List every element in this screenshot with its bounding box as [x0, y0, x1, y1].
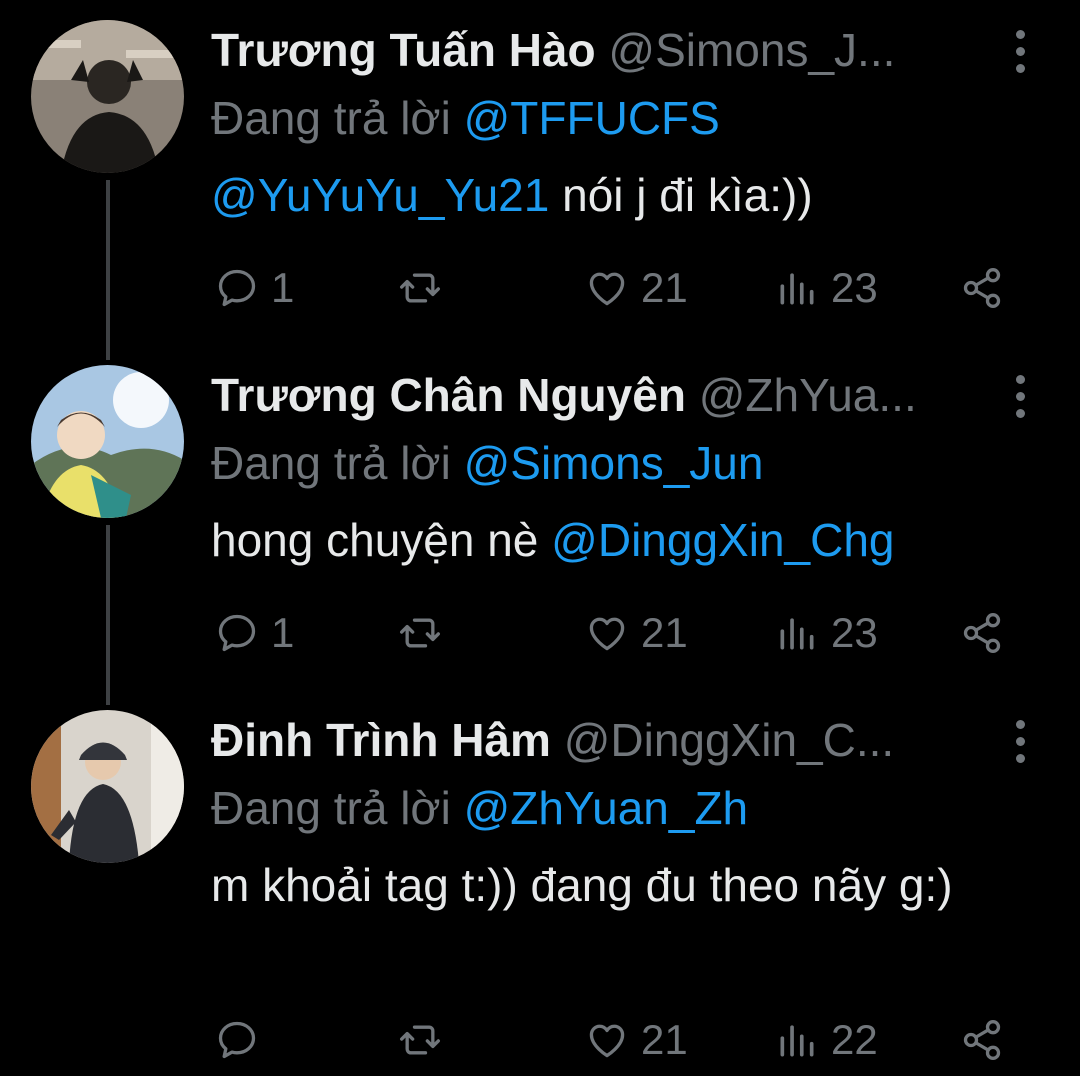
- tweet-text: m khoải tag t:)) đang đu theo nãy g:): [211, 855, 1011, 915]
- handle[interactable]: @DinggXin_C...: [564, 714, 895, 766]
- avatar[interactable]: [31, 20, 184, 173]
- share-icon: [963, 268, 1001, 308]
- reply-count: 1: [271, 264, 295, 311]
- reply-button[interactable]: 1: [215, 608, 294, 658]
- more-icon[interactable]: [1010, 30, 1030, 74]
- replying-prefix: Đang trả lời: [211, 92, 451, 144]
- tweet-header: Trương Tuấn Hào @Simons_J...: [211, 22, 990, 78]
- view-count: 23: [831, 264, 878, 311]
- more-icon[interactable]: [1010, 720, 1030, 764]
- avatar[interactable]: [31, 365, 184, 518]
- tweet-actions: 21 22: [0, 1015, 1080, 1065]
- tweet-header: Trương Chân Nguyên @ZhYua...: [211, 367, 990, 423]
- like-button[interactable]: 21: [585, 1015, 688, 1065]
- like-button[interactable]: 21: [585, 263, 688, 313]
- tweet-text-content: hong chuyện nè: [211, 514, 552, 566]
- views-icon: [780, 618, 814, 650]
- replying-to: Đang trả lời @Simons_Jun: [211, 435, 763, 491]
- share-button[interactable]: [960, 1015, 1004, 1065]
- retweet-button[interactable]: [398, 1015, 454, 1065]
- retweet-icon: [400, 273, 440, 303]
- replying-to: Đang trả lời @TFFUCFS: [211, 90, 720, 146]
- like-count: 21: [641, 1016, 688, 1063]
- display-name[interactable]: Đinh Trình Hâm: [211, 714, 551, 766]
- like-icon: [589, 1024, 625, 1058]
- tweet[interactable]: Đinh Trình Hâm @DinggXin_C... Đang trả l…: [0, 690, 1080, 1076]
- view-count: 22: [831, 1016, 878, 1063]
- display-name[interactable]: Trương Tuấn Hào: [211, 24, 596, 76]
- retweet-icon: [400, 1025, 440, 1055]
- views-button[interactable]: 23: [775, 263, 878, 313]
- retweet-button[interactable]: [398, 263, 454, 313]
- display-name[interactable]: Trương Chân Nguyên: [211, 369, 686, 421]
- reply-icon: [218, 1021, 256, 1059]
- handle[interactable]: @Simons_J...: [608, 24, 895, 76]
- more-icon[interactable]: [1010, 375, 1030, 419]
- tweet-text-content: m khoải tag t:)) đang đu theo nãy g:): [211, 859, 953, 911]
- tweet-actions: 1 21 23: [0, 263, 1080, 313]
- views-icon: [780, 273, 814, 305]
- replying-to: Đang trả lời @ZhYuan_Zh: [211, 780, 748, 836]
- handle[interactable]: @ZhYua...: [699, 369, 917, 421]
- tweet-header: Đinh Trình Hâm @DinggXin_C...: [211, 712, 990, 768]
- avatar[interactable]: [31, 710, 184, 863]
- views-button[interactable]: 23: [775, 608, 878, 658]
- mention-link[interactable]: @YuYuYu_Yu21: [211, 169, 549, 221]
- like-icon: [589, 272, 625, 306]
- retweet-button[interactable]: [398, 608, 454, 658]
- tweet[interactable]: Trương Tuấn Hào @Simons_J... Đang trả lờ…: [0, 0, 1080, 340]
- tweet-text: hong chuyện nè @DinggXin_Chg: [211, 510, 1031, 570]
- replying-prefix: Đang trả lời: [211, 782, 451, 834]
- like-count: 21: [641, 264, 688, 311]
- view-count: 23: [831, 609, 878, 656]
- replying-to-link[interactable]: @TFFUCFS: [464, 92, 720, 144]
- share-button[interactable]: [960, 608, 1004, 658]
- tweet-actions: 1 21 23: [0, 608, 1080, 658]
- retweet-icon: [400, 618, 440, 648]
- mention-link[interactable]: @DinggXin_Chg: [551, 514, 894, 566]
- replying-to-link[interactable]: @ZhYuan_Zh: [464, 782, 749, 834]
- tweet-text: @YuYuYu_Yu21 nói j đi kìa:)): [211, 165, 1031, 225]
- reply-icon: [218, 614, 256, 652]
- reply-button[interactable]: [215, 1015, 271, 1065]
- tweet[interactable]: Trương Chân Nguyên @ZhYua... Đang trả lờ…: [0, 345, 1080, 690]
- like-icon: [589, 617, 625, 651]
- reply-icon: [218, 269, 256, 307]
- views-icon: [780, 1025, 814, 1057]
- share-button[interactable]: [960, 263, 1004, 313]
- replying-prefix: Đang trả lời: [211, 437, 451, 489]
- share-icon: [963, 613, 1001, 653]
- reply-count: 1: [271, 609, 295, 656]
- tweet-text-content: nói j đi kìa:)): [549, 169, 813, 221]
- reply-button[interactable]: 1: [215, 263, 294, 313]
- views-button[interactable]: 22: [775, 1015, 878, 1065]
- like-button[interactable]: 21: [585, 608, 688, 658]
- like-count: 21: [641, 609, 688, 656]
- share-icon: [963, 1020, 1001, 1060]
- replying-to-link[interactable]: @Simons_Jun: [464, 437, 764, 489]
